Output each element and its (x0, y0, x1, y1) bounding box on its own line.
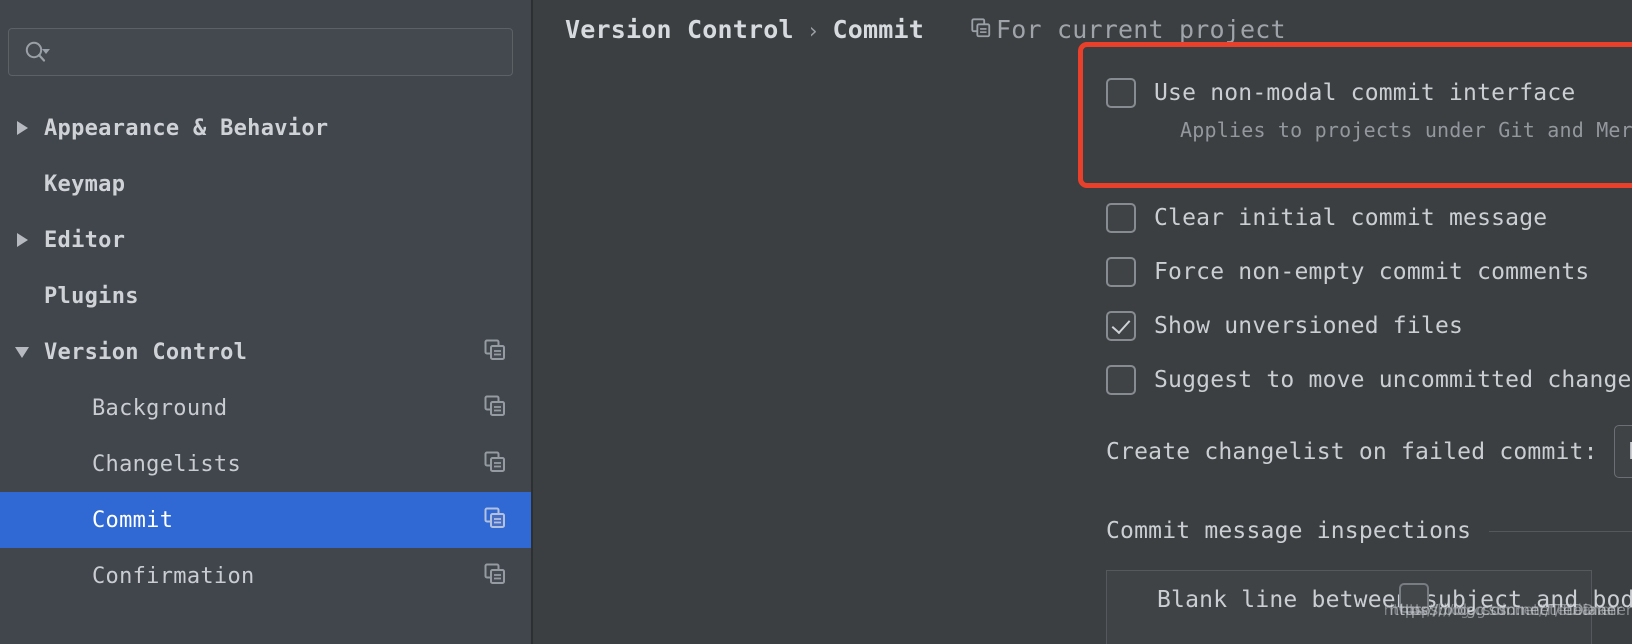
dropdown-value: No (1629, 439, 1632, 465)
create-changelist-on-failed-commit-row: Create changelist on failed commit: No (1106, 425, 1632, 478)
settings-sidebar: Appearance & Behavior Keymap Editor Plug… (0, 0, 533, 644)
option-text: Force non-empty commit comments (1154, 257, 1589, 287)
sidebar-item-commit[interactable]: Commit (0, 492, 531, 548)
option-clear-initial-commit-message[interactable]: Clear initial commit message (1106, 203, 1547, 233)
copy-settings-icon[interactable] (483, 450, 507, 478)
settings-content-pane: Version Control › Commit For current pro… (533, 0, 1632, 644)
search-box[interactable] (8, 28, 513, 76)
search-container (0, 0, 531, 76)
option-show-unversioned-files[interactable]: Show unversioned files (1106, 311, 1463, 341)
option-text: Clear initial commit message (1154, 203, 1547, 233)
expand-arrow-icon[interactable] (0, 233, 44, 247)
sidebar-item-editor[interactable]: Editor (0, 212, 531, 268)
copy-project-icon (970, 17, 992, 43)
option-label: Use non-modal commit interface (1154, 80, 1576, 106)
sidebar-item-label: Confirmation (92, 563, 255, 589)
option-sublabel: Applies to projects under Git and Mercur… (1180, 118, 1632, 142)
copy-settings-icon[interactable] (483, 394, 507, 422)
sidebar-item-plugins[interactable]: Plugins (0, 268, 531, 324)
checkbox-show-unversioned-files[interactable] (1106, 311, 1136, 341)
search-input[interactable] (53, 41, 512, 63)
option-text: Suggest to move uncommitted changes to a… (1154, 365, 1632, 395)
sidebar-item-appearance-behavior[interactable]: Appearance & Behavior (0, 100, 531, 156)
breadcrumb-current: Commit (832, 14, 924, 44)
option-use-non-modal-commit-interface[interactable]: Use non-modal commit interface Applies t… (1106, 78, 1632, 142)
sidebar-item-label: Plugins (44, 283, 139, 309)
sidebar-item-background[interactable]: Background (0, 380, 531, 436)
checkbox-blank-line-between-subject-and-body[interactable] (1399, 583, 1429, 613)
copy-settings-icon[interactable] (483, 338, 507, 366)
sidebar-item-confirmation[interactable]: Confirmation (0, 548, 531, 604)
breadcrumb-parent[interactable]: Version Control (565, 15, 794, 44)
option-text: Use non-modal commit interface Applies t… (1154, 78, 1632, 142)
sidebar-item-label: Version Control (44, 339, 248, 365)
sidebar-item-changelists[interactable]: Changelists (0, 436, 531, 492)
sidebar-item-label: Editor (44, 227, 126, 253)
copy-settings-icon[interactable] (483, 562, 507, 590)
settings-tree: Appearance & Behavior Keymap Editor Plug… (0, 100, 531, 604)
create-changelist-dropdown[interactable]: No (1613, 425, 1632, 478)
settings-dialog: Appearance & Behavior Keymap Editor Plug… (0, 0, 1632, 644)
search-icon (23, 40, 53, 64)
sidebar-item-label: Background (92, 395, 228, 421)
inspections-list[interactable]: Blank line between subject and body (1106, 570, 1632, 644)
collapse-arrow-icon[interactable] (0, 346, 44, 358)
section-title: Commit message inspections (1106, 518, 1472, 544)
inspection-row-label: Blank line between subject and body (1157, 587, 1632, 613)
option-suggest-move-uncommitted-changes[interactable]: Suggest to move uncommitted changes to a… (1106, 365, 1632, 395)
option-label: Force non-empty commit comments (1154, 259, 1590, 285)
sidebar-item-label: Appearance & Behavior (44, 115, 329, 141)
option-force-non-empty-commit-comments[interactable]: Force non-empty commit comments (1106, 257, 1589, 287)
sidebar-item-keymap[interactable]: Keymap (0, 156, 531, 212)
option-label: Show unversioned files (1154, 313, 1464, 339)
settings-scope[interactable]: For current project (970, 15, 1286, 44)
option-label: Suggest to move uncommitted changes to a… (1154, 367, 1632, 393)
scope-label: For current project (995, 15, 1286, 44)
copy-settings-icon[interactable] (483, 506, 507, 534)
expand-arrow-icon[interactable] (0, 121, 44, 135)
sidebar-item-label: Changelists (92, 451, 241, 477)
create-changelist-label: Create changelist on failed commit: (1106, 438, 1598, 465)
section-divider (1489, 530, 1632, 532)
breadcrumb-separator-icon: › (806, 18, 820, 43)
checkbox-force-non-empty-commit-comments[interactable] (1106, 257, 1136, 287)
sidebar-item-label: Keymap (44, 171, 126, 197)
option-label: Clear initial commit message (1154, 205, 1548, 231)
checkbox-suggest-move-uncommitted-changes[interactable] (1106, 365, 1136, 395)
sidebar-item-label: Commit (92, 507, 174, 533)
checkbox-use-non-modal-commit-interface[interactable] (1106, 78, 1136, 108)
breadcrumb: Version Control › Commit For current pro… (565, 14, 1286, 45)
sidebar-item-version-control[interactable]: Version Control (0, 324, 531, 380)
commit-message-inspections-section: Commit message inspections (1106, 518, 1632, 544)
checkbox-clear-initial-commit-message[interactable] (1106, 203, 1136, 233)
option-text: Show unversioned files (1154, 311, 1463, 341)
